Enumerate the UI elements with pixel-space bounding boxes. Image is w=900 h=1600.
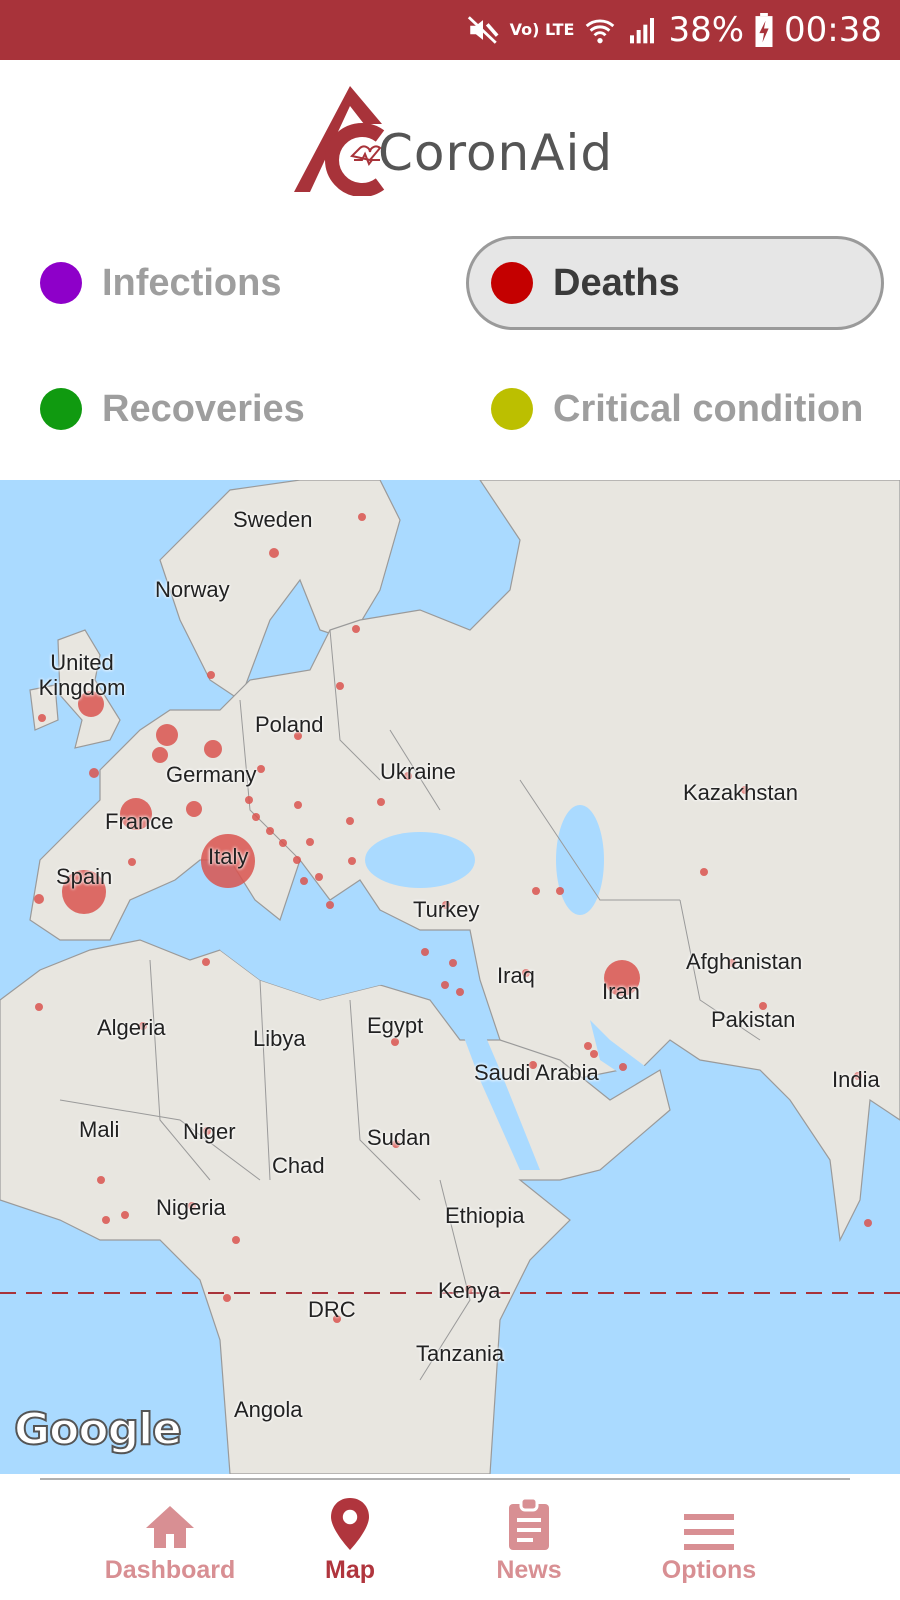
nav-label: News (496, 1556, 562, 1584)
marker-switzerland[interactable] (186, 801, 202, 817)
map-view[interactable]: Sweden Norway United Kingdom Poland Germ… (0, 480, 900, 1474)
filter-critical-condition[interactable]: Critical condition (491, 362, 891, 456)
clock: 00:38 (784, 10, 882, 50)
map-label: Ethiopia (445, 1203, 525, 1228)
map-label: India (832, 1067, 880, 1092)
map-pin-icon (262, 1496, 438, 1550)
filter-label: Recoveries (102, 387, 305, 430)
map-label: Afghanistan (686, 949, 803, 974)
volte-icon: Vo) LTE (509, 20, 575, 39)
filter-label: Infections (102, 261, 282, 304)
app-name: CoronAid (378, 124, 614, 182)
recoveries-dot-icon (40, 388, 82, 430)
filter-deaths[interactable]: Deaths (466, 236, 884, 330)
map-label: Algeria (97, 1015, 166, 1040)
map-label: DRC (308, 1297, 356, 1322)
menu-icon (621, 1496, 797, 1550)
filter-infections[interactable]: Infections (40, 236, 420, 330)
wifi-icon (584, 14, 616, 46)
map-label: Kazakhstan (683, 780, 798, 805)
filter-label: Critical condition (553, 387, 864, 430)
marker-germany[interactable] (204, 740, 222, 758)
marker-belgium[interactable] (152, 747, 168, 763)
map-label: Angola (234, 1397, 303, 1422)
marker-netherlands[interactable] (156, 724, 178, 746)
nav-label: Dashboard (104, 1556, 236, 1584)
map-label: Nigeria (156, 1195, 226, 1220)
map-label: Turkey (413, 897, 480, 922)
status-bar: Vo) LTE 38% 00:38 (0, 0, 900, 60)
infections-dot-icon (40, 262, 82, 304)
mute-icon (466, 13, 500, 47)
map-label: Libya (253, 1026, 306, 1051)
map-label: Iraq (497, 963, 535, 988)
home-icon (82, 1496, 258, 1550)
deaths-dot-icon (491, 262, 533, 304)
nav-label: Options (661, 1556, 757, 1584)
map-label: Italy (208, 844, 249, 869)
nav-map[interactable]: Map (262, 1496, 438, 1596)
filter-panel: Infections Deaths Recoveries Critical co… (0, 218, 900, 480)
map-label: Niger (183, 1119, 236, 1144)
map-label: Egypt (367, 1013, 424, 1038)
map-label: France (105, 809, 174, 834)
filter-label: Deaths (553, 261, 680, 304)
nav-options[interactable]: Options (621, 1496, 797, 1596)
signal-icon (626, 14, 658, 46)
map-label: Norway (155, 577, 230, 602)
status-icons: Vo) LTE 38% 00:38 (466, 0, 882, 60)
map-label: United Kingdom (38, 650, 126, 700)
map-label: Spain (56, 864, 113, 889)
map-label: Poland (255, 712, 324, 737)
critical-dot-icon (491, 388, 533, 430)
map-land (0, 480, 900, 1474)
map-label: Chad (272, 1153, 325, 1178)
nav-label: Map (325, 1556, 375, 1584)
map-label: Pakistan (711, 1007, 796, 1032)
battery-percent: 38% (668, 10, 745, 50)
nav-divider (40, 1478, 850, 1480)
map-label: Sweden (233, 507, 313, 532)
battery-charging-icon (754, 13, 774, 47)
map-label: Mali (79, 1117, 120, 1142)
map-label: Sudan (367, 1125, 431, 1150)
nav-news[interactable]: News (441, 1496, 617, 1596)
map-label: Iran (602, 979, 640, 1004)
map-label: Tanzania (416, 1341, 505, 1366)
map-label: Kenya (438, 1278, 501, 1303)
google-attribution-logo[interactable]: Google (13, 1403, 183, 1456)
map-label: Saudi Arabia (474, 1060, 599, 1085)
map-label: Ukraine (380, 759, 456, 784)
clipboard-icon (441, 1496, 617, 1550)
nav-dashboard[interactable]: Dashboard (82, 1496, 258, 1596)
bottom-navigation: Dashboard Map News Options (0, 1474, 900, 1600)
filter-recoveries[interactable]: Recoveries (40, 362, 420, 456)
map-label: Germany (166, 762, 257, 787)
